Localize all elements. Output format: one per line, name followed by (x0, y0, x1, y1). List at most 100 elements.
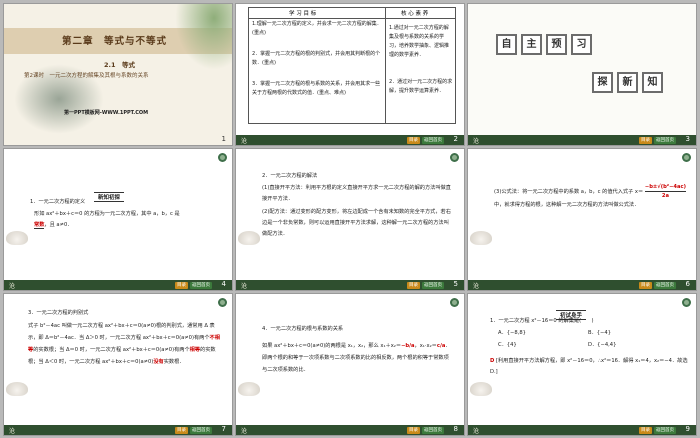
slide-number: 7 (221, 425, 226, 433)
slide-5[interactable]: 2．一元二次方程的解法 (1)直接开平方法：利用平方根的定义直接开平方求一元二次… (236, 149, 464, 290)
text: 如果 ax²＋bx＋c＝0(a≠0)的两根是 x₁，x₂，那么 x₁＋x₂＝ (262, 343, 402, 349)
text: (3)公式法：将一元二次方程中的系数 a，b，c 的值代入式子 x＝ (494, 189, 644, 195)
home-button[interactable]: 返回首页 (422, 137, 444, 144)
slide-number: 2 (453, 135, 458, 143)
slide-1[interactable]: 第二章 等式与不等式 2.1 等式 第2课时 一元二次方程的解集及其根与系数的关… (4, 4, 232, 145)
toc-button[interactable]: 目录 (639, 282, 652, 289)
footer-bar: 沧 目录 返回首页 (4, 280, 232, 290)
method-heading: 2．一元二次方程的解法 (262, 173, 318, 179)
home-button[interactable]: 返回首页 (654, 427, 676, 434)
core-2: 2．通过对一元二次方程的求解，提升数学运算素养． (389, 79, 453, 94)
circle-icon (682, 153, 691, 162)
definition-heading: 1．一元二次方程的定义 (30, 199, 86, 205)
slide-number: 1 (221, 135, 226, 143)
slide-7[interactable]: 3．一元二次方程的判别式 式子 b²－4ac 叫做一元二次方程 ax²＋bx＋c… (4, 294, 232, 435)
question-text: 1．一元二次方程 x²－16＝0 的解集是( ) (490, 318, 594, 324)
char-box: 知 (642, 72, 663, 93)
vieta-heading: 4．一元二次方程的根与系数的关系 (262, 326, 344, 332)
lotus-decoration (6, 382, 28, 396)
formula-numerator: −b±√(b²−4ac) (644, 184, 686, 192)
slide-8[interactable]: 4．一元二次方程的根与系数的关系 如果 ax²＋bx＋c＝0(a≠0)的两根是 … (236, 294, 464, 435)
toc-button[interactable]: 目录 (639, 137, 652, 144)
circle-icon (450, 298, 459, 307)
char-box: 探 (592, 72, 613, 93)
goal-2: 2．掌握一元二次方程的根的判别式，并会用其判断根的个数．(重点) (252, 51, 381, 66)
lotus-decoration (238, 382, 260, 396)
toc-button[interactable]: 目录 (407, 282, 420, 289)
circle-icon (682, 298, 691, 307)
objectives-table: 学 习 目 标 核 心 素 养 1.理解一元二次方程的定义，并会求一元二次方程的… (248, 7, 456, 124)
toc-button[interactable]: 目录 (407, 427, 420, 434)
footer-logo: 沧 (473, 428, 480, 435)
char-box: 新 (617, 72, 638, 93)
fill-answer: 没有 (153, 359, 164, 365)
toc-button[interactable]: 目录 (407, 137, 420, 144)
discriminant-heading: 3．一元二次方程的判别式 (28, 310, 89, 316)
slide-number: 6 (685, 280, 690, 288)
slide-3[interactable]: 自 主 预 习 探 新 知 沧 目录 返回首页 3 (468, 4, 696, 145)
lotus-decoration (6, 231, 28, 245)
footer-logo: 沧 (473, 283, 480, 290)
char-box: 主 (521, 34, 542, 55)
discriminant-text: 式子 b²－4ac 叫做一元二次方程 ax²＋bx＋c＝0(a≠0)根的判别式，… (28, 320, 224, 368)
option-d[interactable]: D．{−4,4} (588, 340, 616, 351)
text: ，且 a≠0． (44, 222, 73, 228)
slide-number: 8 (453, 425, 458, 433)
home-button[interactable]: 返回首页 (654, 282, 676, 289)
text: ，x₁·x₂＝ (414, 343, 437, 349)
section-header: 新知初探 (94, 192, 125, 202)
goal-1: 1.理解一元二次方程的定义，并会求一元二次方程的解集．(重点) (252, 21, 382, 36)
circle-icon (450, 153, 459, 162)
lotus-decoration (470, 382, 492, 396)
option-a[interactable]: A．{−8,8} (498, 328, 526, 339)
char-box: 预 (546, 34, 567, 55)
method-1: (1)直接开平方法：利用平方根的定义直接开平方求一元二次方程的解的方法叫做直接开… (262, 185, 451, 202)
text: 的实数根；当 Δ＝0 时，一元二次方程 ax²＋bx＋c＝0(a≠0)有两个 (33, 347, 190, 353)
vieta-text: 如果 ax²＋bx＋c＝0(a≠0)的两根是 x₁，x₂，那么 x₁＋x₂＝−b… (262, 340, 452, 376)
slide-2[interactable]: 学 习 目 标 核 心 素 养 1.理解一元二次方程的定义，并会求一元二次方程的… (236, 4, 464, 145)
footer-bar: 沧 目录 返回首页 (236, 425, 464, 435)
toc-button[interactable]: 目录 (175, 427, 188, 434)
circle-icon (218, 153, 227, 162)
home-button[interactable]: 返回首页 (654, 137, 676, 144)
home-button[interactable]: 返回首页 (422, 282, 444, 289)
fill-answer: −b/a (401, 343, 415, 349)
slide-number: 9 (685, 425, 690, 433)
footer-bar: 沧 目录 返回首页 (468, 280, 696, 290)
slide-number: 5 (453, 280, 458, 288)
method-2: (2)配方法：通过变形的配方变形，将左边配成一个含有未知数的完全平方式，若右边是… (262, 209, 451, 237)
home-button[interactable]: 返回首页 (190, 282, 212, 289)
toc-button[interactable]: 目录 (175, 282, 188, 289)
slide-9[interactable]: 初试身手 1．一元二次方程 x²－16＝0 的解集是( ) A．{−8,8} B… (468, 294, 696, 435)
footer-logo: 沧 (473, 138, 480, 145)
footer-bar: 沧 目录 返回首页 (468, 425, 696, 435)
option-b[interactable]: B．{−4} (588, 328, 611, 339)
text: ＋bx＋c＝0(a≠0)有两个 (151, 335, 210, 341)
slide-number: 4 (221, 280, 226, 288)
core-1: 1.通过对一元二次方程的解集及根与系数的关系的学习，培养数学抽象、逻辑推理的数学… (389, 25, 450, 58)
footer-bar: 沧 目录 返回首页 (236, 280, 464, 290)
footer-logo: 沧 (241, 138, 248, 145)
answer-explanation: D [利用直接开平方法解方程，即 x²－16＝0，∴x²＝16．解得 x₁＝4，… (490, 356, 688, 378)
toc-button[interactable]: 目录 (639, 427, 652, 434)
home-button[interactable]: 返回首页 (422, 427, 444, 434)
fill-answer: 相等 (189, 347, 201, 353)
fill-answer: 常数 (34, 222, 45, 229)
option-c[interactable]: C．{4} (498, 340, 517, 351)
chapter-title: 第二章 等式与不等式 (62, 36, 168, 47)
slide-4[interactable]: 新知初探 1．一元二次方程的定义 形如 ax²＋bx＋c＝0 的方程为一元二次方… (4, 149, 232, 290)
section-title: 2.1 等式 (104, 61, 136, 69)
site-credit: 第一PPT模板网-WWW.1PPT.COM (64, 110, 149, 116)
slide-number: 3 (685, 135, 690, 143)
goal-3: 3．掌握一元二次方程的根与系数的关系，并会用其求一些关于方程两根的代数式的值．(… (252, 81, 381, 96)
footer-bar: 沧 目录 返回首页 (236, 135, 464, 145)
explore-label: 探 新 知 (592, 72, 663, 93)
circle-icon (218, 298, 227, 307)
slide-6[interactable]: (3)公式法：将一元二次方程中的系数 a，b，c 的值代入式子 x＝ −b±√(… (468, 149, 696, 290)
char-box: 习 (571, 34, 592, 55)
footer-logo: 沧 (241, 283, 248, 290)
text: [利用直接开平方法解方程，即 x²－16＝0，∴x²＝16．解得 x₁＝4，x₂… (490, 358, 688, 375)
home-button[interactable]: 返回首页 (190, 427, 212, 434)
preview-label: 自 主 预 习 (496, 34, 592, 55)
lotus-decoration (238, 231, 260, 245)
